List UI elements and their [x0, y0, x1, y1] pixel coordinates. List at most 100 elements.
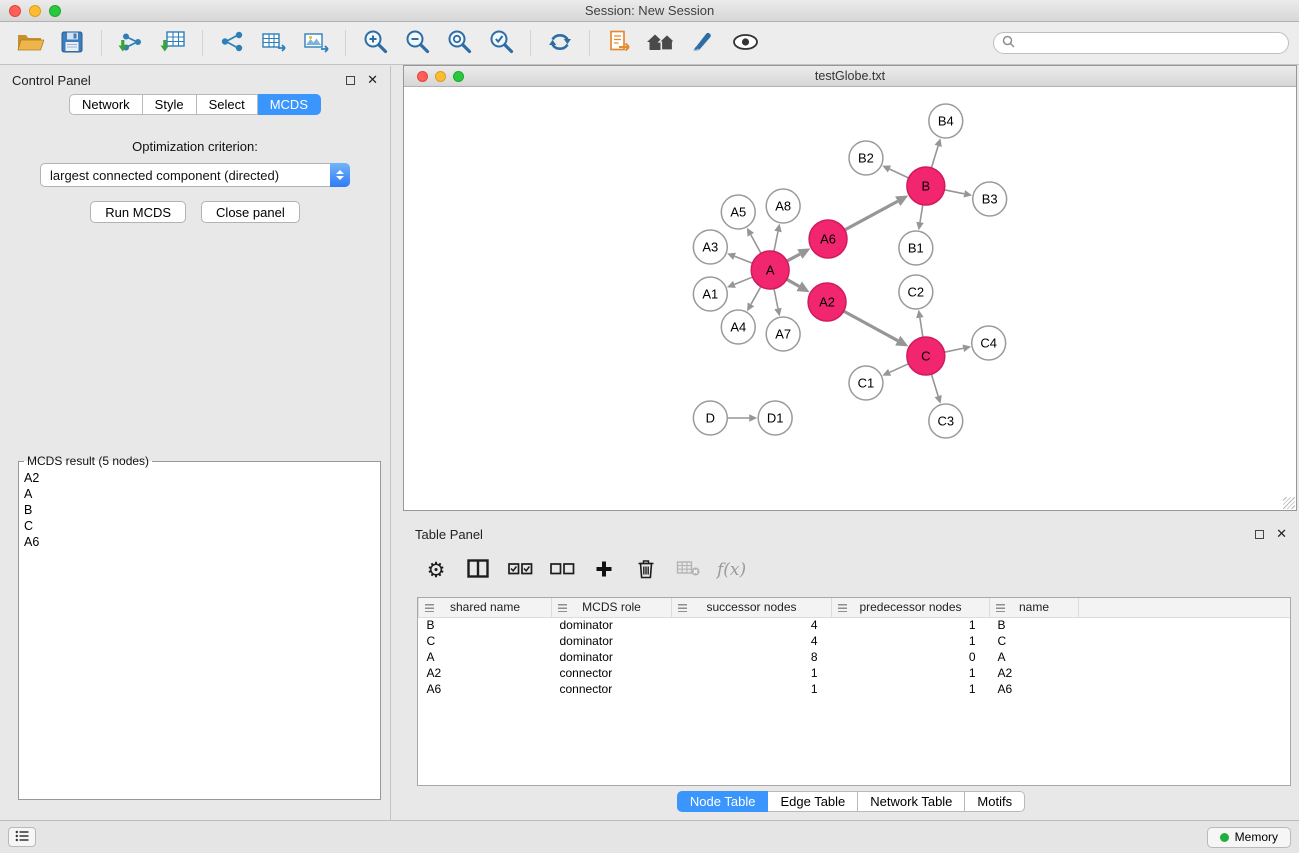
graph-edge-A-A3[interactable] — [735, 256, 753, 263]
panel-menu-button[interactable] — [8, 827, 36, 847]
graph-edge-A-A6[interactable] — [787, 254, 800, 261]
close-table-panel-icon[interactable]: ✕ — [1276, 527, 1287, 542]
graph-edge-C-C4[interactable] — [944, 348, 963, 352]
graph-node-label: A4 — [730, 319, 746, 334]
close-view-button[interactable] — [417, 71, 428, 82]
tab-network-table[interactable]: Network Table — [858, 791, 965, 812]
zoom-window-button[interactable] — [49, 5, 61, 17]
graph-edge-A-A2[interactable] — [787, 279, 800, 286]
tab-select[interactable]: Select — [197, 94, 258, 115]
zoom-selected-button[interactable] — [481, 25, 521, 61]
window-controls — [9, 5, 61, 17]
memory-button[interactable]: Memory — [1207, 827, 1291, 848]
delete-column-button[interactable] — [629, 554, 663, 586]
network-canvas-container: B4B2BB3A5A8A6A3B1AC2A1A2A4A7C4CC1C3DD1 — [404, 87, 1296, 510]
plus-icon — [595, 560, 613, 581]
result-item[interactable]: A6 — [23, 534, 376, 550]
table-row[interactable]: A2connector11A2 — [419, 665, 1291, 681]
column-header-name[interactable]: name — [990, 598, 1079, 617]
delete-table-button[interactable] — [671, 554, 705, 586]
table-panel-header: Table Panel ✕ — [403, 520, 1299, 548]
table-row[interactable]: Adominator80A — [419, 649, 1291, 665]
apply-layout-button[interactable] — [540, 25, 580, 61]
graph-edge-C-C2[interactable] — [920, 318, 923, 338]
export-image-button[interactable] — [296, 25, 336, 61]
graph-edge-C-C1[interactable] — [890, 364, 909, 373]
deselect-all-columns-button[interactable] — [545, 554, 579, 586]
show-details-button[interactable] — [725, 25, 765, 61]
result-item[interactable]: C — [23, 518, 376, 534]
tab-style[interactable]: Style — [143, 94, 197, 115]
select-all-columns-button[interactable] — [503, 554, 537, 586]
graph-node-label: A3 — [702, 239, 718, 254]
save-session-button[interactable] — [52, 25, 92, 61]
result-item[interactable]: B — [23, 502, 376, 518]
close-panel-button[interactable]: Close panel — [201, 201, 300, 223]
import-table-button[interactable] — [153, 25, 193, 61]
minimize-view-button[interactable] — [435, 71, 446, 82]
close-panel-icon[interactable]: ✕ — [367, 73, 378, 88]
graph-edge-arrowhead — [935, 395, 942, 404]
search-input[interactable] — [1020, 36, 1280, 50]
optimization-criterion-label: Optimization criterion: — [0, 139, 390, 154]
zoom-view-button[interactable] — [453, 71, 464, 82]
graph-edge-A6-B[interactable] — [845, 201, 898, 230]
graph-edge-A-A1[interactable] — [734, 277, 752, 284]
style-brush-button[interactable] — [683, 25, 723, 61]
graph-edge-A-A5[interactable] — [751, 235, 761, 254]
mcds-result-list: A2ABCA6 — [23, 470, 376, 550]
zoom-in-button[interactable] — [355, 25, 395, 61]
float-table-panel-icon[interactable] — [1255, 530, 1264, 539]
network-window-titlebar[interactable]: testGlobe.txt — [404, 66, 1296, 87]
column-header-successor-nodes[interactable]: successor nodes — [672, 598, 832, 617]
graph-edge-B-B1[interactable] — [920, 205, 923, 223]
result-item[interactable]: A2 — [23, 470, 376, 486]
table-row[interactable]: Cdominator41C — [419, 633, 1291, 649]
table-row[interactable]: Bdominator41B — [419, 617, 1291, 633]
tab-mcds[interactable]: MCDS — [258, 94, 321, 115]
graph-edge-A-A7[interactable] — [774, 289, 778, 309]
toolbar-separator — [101, 30, 102, 56]
run-mcds-button[interactable]: Run MCDS — [90, 201, 186, 223]
tab-node-table[interactable]: Node Table — [677, 791, 769, 812]
create-column-button[interactable] — [587, 554, 621, 586]
column-header-shared-name[interactable]: shared name — [419, 598, 552, 617]
column-header-MCDS-role[interactable]: MCDS role — [552, 598, 672, 617]
graph-edge-B-B2[interactable] — [889, 169, 908, 178]
zoom-fit-button[interactable] — [439, 25, 479, 61]
show-columns-button[interactable] — [461, 554, 495, 586]
column-header-predecessor-nodes[interactable]: predecessor nodes — [832, 598, 990, 617]
float-panel-icon[interactable] — [346, 76, 355, 85]
graph-edge-B-B4[interactable] — [931, 146, 938, 168]
columns-icon — [467, 559, 489, 581]
graph-edge-A2-C[interactable] — [844, 311, 898, 341]
network-view-window: testGlobe.txt B4B2BB3A5A8A6A3B1AC2A1A2A4… — [403, 65, 1297, 511]
new-network-from-table-button[interactable] — [254, 25, 294, 61]
list-icon — [15, 830, 29, 845]
resize-grip[interactable] — [1283, 497, 1295, 509]
minimize-window-button[interactable] — [29, 5, 41, 17]
tab-motifs[interactable]: Motifs — [965, 791, 1025, 812]
graph-edge-arrowhead — [964, 190, 973, 197]
table-row[interactable]: A6connector11A6 — [419, 681, 1291, 697]
open-session-button[interactable] — [10, 25, 50, 61]
criterion-select[interactable]: largest connected component (directed) — [40, 163, 350, 187]
home-views-button[interactable] — [641, 25, 681, 61]
zoom-out-button[interactable] — [397, 25, 437, 61]
table-settings-button[interactable]: ⚙ — [419, 554, 453, 586]
result-item[interactable]: A — [23, 486, 376, 502]
new-network-button[interactable] — [212, 25, 252, 61]
graph-edge-A-A8[interactable] — [774, 231, 778, 251]
tab-edge-table[interactable]: Edge Table — [768, 791, 858, 812]
export-document-button[interactable] — [599, 25, 639, 61]
network-canvas[interactable]: B4B2BB3A5A8A6A3B1AC2A1A2A4A7C4CC1C3DD1 — [404, 87, 1296, 510]
graph-edge-B-B3[interactable] — [944, 190, 964, 194]
graph-edge-A-A4[interactable] — [751, 287, 761, 305]
tab-network[interactable]: Network — [69, 94, 143, 115]
graph-edge-C-C3[interactable] — [931, 374, 938, 396]
close-window-button[interactable] — [9, 5, 21, 17]
import-network-button[interactable] — [111, 25, 151, 61]
function-builder-button[interactable]: f(x) — [713, 554, 746, 586]
table-panel: Table Panel ✕ ⚙ — [403, 520, 1299, 820]
zoom-selected-icon — [489, 29, 514, 57]
